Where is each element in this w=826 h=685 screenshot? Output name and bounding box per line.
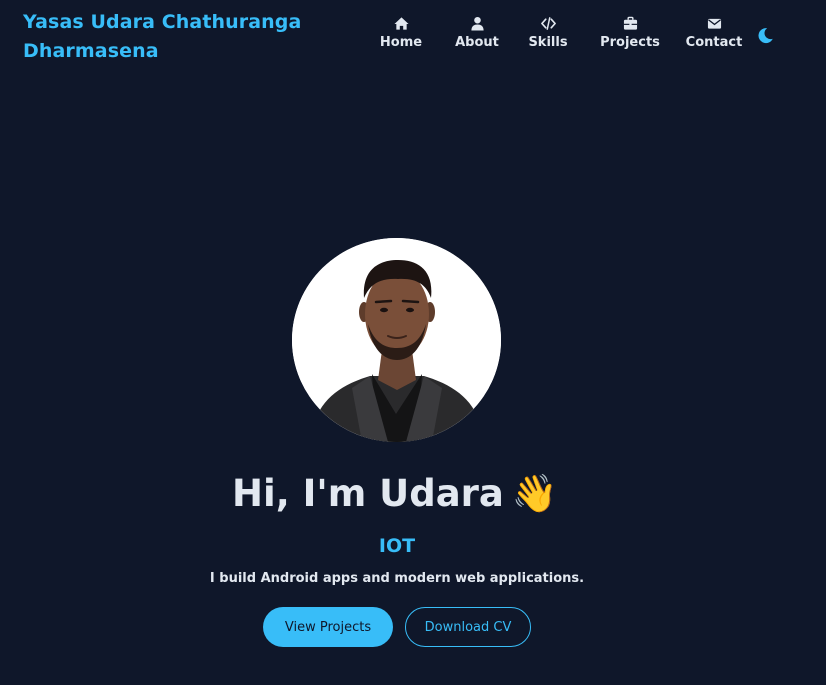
view-projects-button[interactable]: View Projects <box>263 607 393 647</box>
user-icon <box>470 16 484 31</box>
nav-contact-label: Contact <box>685 35 743 50</box>
profile-photo-illustration <box>292 238 501 442</box>
download-cv-button[interactable]: Download CV <box>405 607 531 647</box>
main-nav: Home About Skills Projects Contact <box>378 16 744 50</box>
nav-about-label: About <box>455 35 499 50</box>
hero-greeting: Hi, I'm Udara 👋 <box>0 470 790 518</box>
hero-tagline: I build Android apps and modern web appl… <box>209 571 585 586</box>
moon-icon <box>758 28 773 44</box>
home-icon <box>393 17 409 30</box>
page: Yasas Udara Chathuranga Dharmasena Home … <box>0 0 826 685</box>
code-icon <box>540 17 556 30</box>
greeting-text: Hi, I'm Udara <box>232 472 504 515</box>
briefcase-icon <box>623 16 637 30</box>
site-brand[interactable]: Yasas Udara Chathuranga Dharmasena <box>23 8 323 66</box>
nav-skills[interactable]: Skills <box>528 16 568 50</box>
nav-skills-label: Skills <box>528 35 568 50</box>
nav-home[interactable]: Home <box>378 16 424 50</box>
envelope-icon <box>707 18 721 29</box>
nav-home-label: Home <box>379 35 423 50</box>
theme-toggle-button[interactable] <box>757 27 774 44</box>
waving-hand-icon: 👋 <box>511 472 558 515</box>
nav-projects[interactable]: Projects <box>600 16 660 50</box>
hero-role: IOT <box>378 535 416 557</box>
nav-about[interactable]: About <box>454 16 500 50</box>
profile-photo <box>292 238 501 442</box>
nav-projects-label: Projects <box>600 35 660 50</box>
nav-contact[interactable]: Contact <box>684 16 744 50</box>
